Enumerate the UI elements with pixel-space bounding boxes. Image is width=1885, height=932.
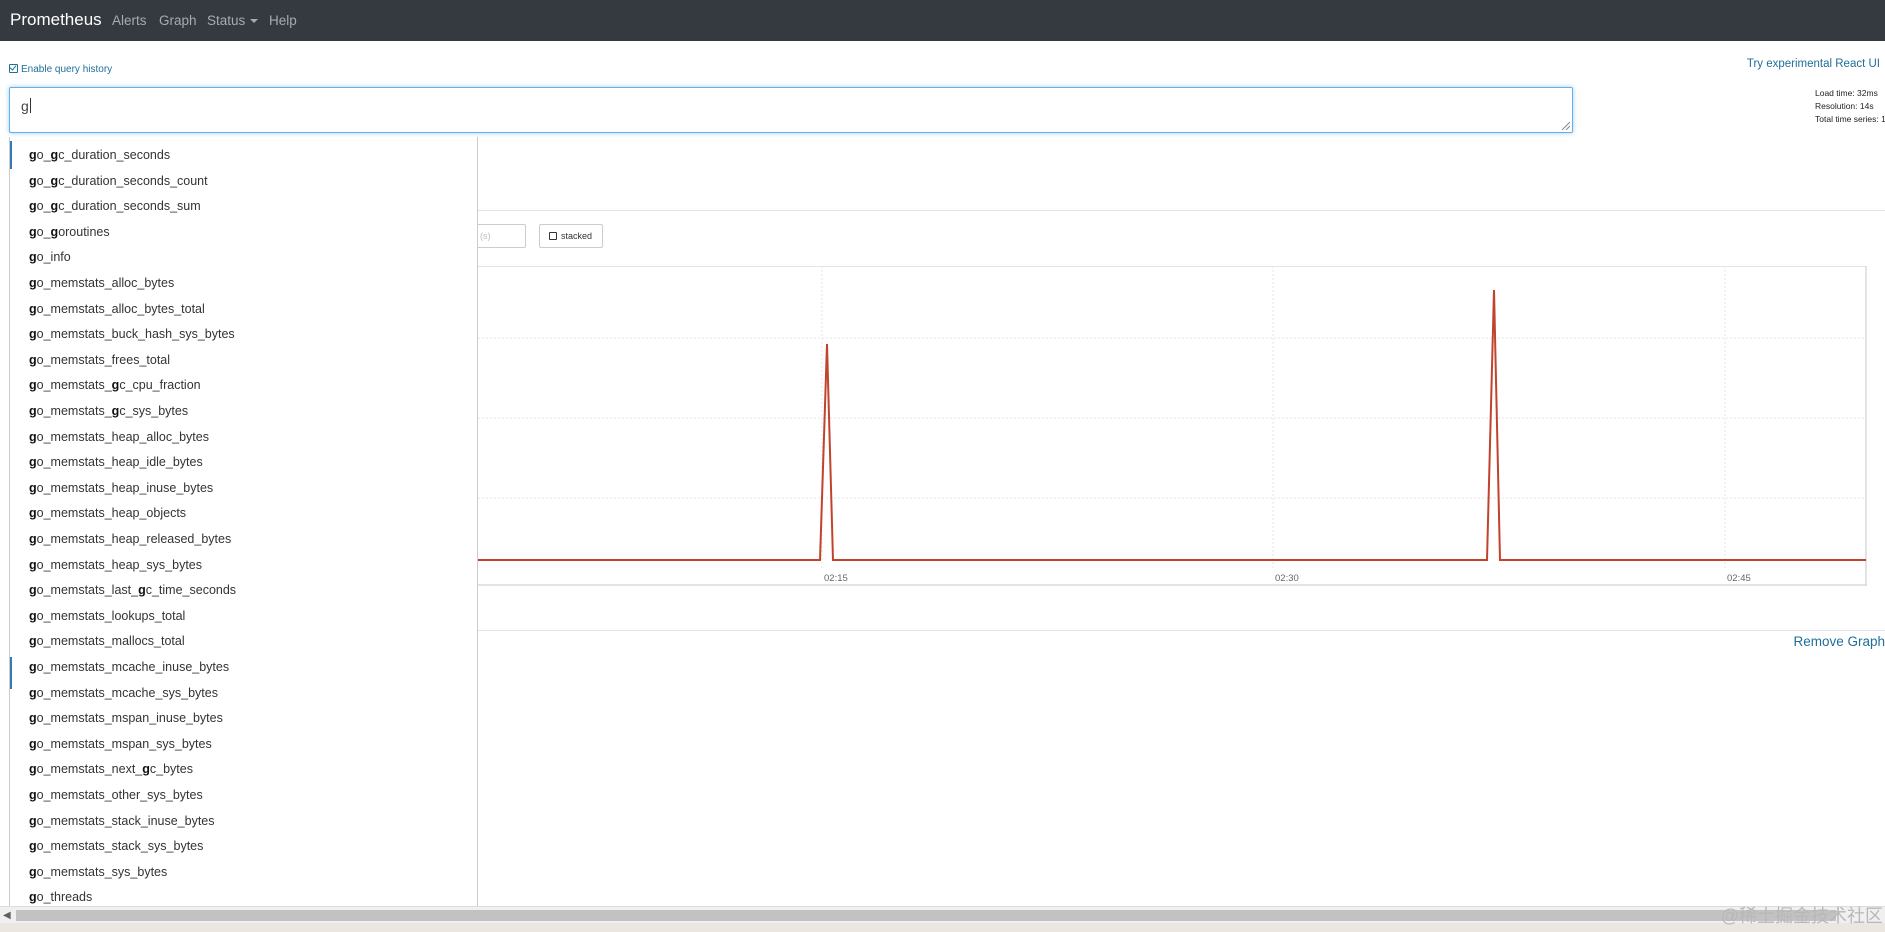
react-ui-link[interactable]: Try experimental React UI (1747, 58, 1880, 70)
nav-alerts[interactable]: Alerts (112, 13, 147, 28)
autocomplete-item[interactable]: go_memstats_stack_sys_bytes (29, 839, 203, 853)
autocomplete-item[interactable]: go_memstats_frees_total (29, 353, 170, 367)
autocomplete-item[interactable]: go_info (29, 250, 71, 264)
expression-input[interactable]: g (9, 87, 1573, 133)
scroll-indicator (10, 657, 12, 689)
taskbar-strip (0, 923, 1885, 932)
section-divider (478, 210, 1885, 211)
autocomplete-item[interactable]: go_memstats_mcache_inuse_bytes (29, 660, 229, 674)
autocomplete-item[interactable]: go_memstats_mspan_sys_bytes (29, 737, 212, 751)
autocomplete-item[interactable]: go_memstats_stack_inuse_bytes (29, 814, 215, 828)
autocomplete-item[interactable]: go_memstats_buck_hash_sys_bytes (29, 327, 235, 341)
autocomplete-item[interactable]: go_memstats_mspan_inuse_bytes (29, 711, 223, 725)
section-divider (478, 630, 1885, 631)
autocomplete-item[interactable]: go_memstats_sys_bytes (29, 865, 167, 879)
autocomplete-item[interactable]: go_memstats_heap_objects (29, 506, 186, 520)
text-cursor (29, 98, 31, 113)
query-history-label: Enable query history (21, 64, 113, 75)
autocomplete-item[interactable]: go_memstats_lookups_total (29, 609, 185, 623)
x-tick-label: 02:45 (1727, 573, 1751, 584)
watermark: @稀土掘金技术社区 (1720, 906, 1883, 926)
chart-grid (478, 266, 1866, 568)
scrollbar-thumb[interactable] (16, 910, 1836, 921)
x-tick-label: 02:15 (824, 573, 848, 584)
brand-link[interactable]: Prometheus (10, 10, 102, 30)
autocomplete-item[interactable]: go_memstats_heap_inuse_bytes (29, 481, 213, 495)
nav-help[interactable]: Help (269, 13, 297, 28)
total-series: Total time series: 1 (1815, 114, 1885, 124)
autocomplete-item[interactable]: go_gc_duration_seconds_sum (29, 199, 201, 213)
series-line (478, 289, 1866, 561)
autocomplete-item[interactable]: go_threads (29, 890, 92, 904)
query-stats: Load time: 32ms Resolution: 14s Total ti… (1815, 87, 1885, 126)
graph-chart: 02:15 02:30 02:45 (478, 266, 1867, 586)
autocomplete-item[interactable]: go_memstats_mallocs_total (29, 634, 185, 648)
autocomplete-item[interactable]: go_gc_duration_seconds (29, 148, 170, 162)
autocomplete-item[interactable]: go_memstats_heap_released_bytes (29, 532, 231, 546)
resolution: Resolution: 14s (1815, 101, 1874, 111)
nav-graph[interactable]: Graph (159, 13, 197, 28)
autocomplete-item[interactable]: go_memstats_last_gc_time_seconds (29, 583, 236, 597)
autocomplete-item[interactable]: go_memstats_other_sys_bytes (29, 788, 203, 802)
query-history-toggle[interactable]: Enable query history (9, 64, 112, 75)
autocomplete-item[interactable]: go_memstats_gc_sys_bytes (29, 404, 188, 418)
resize-grip-icon[interactable] (1560, 120, 1570, 130)
autocomplete-item[interactable]: go_memstats_heap_alloc_bytes (29, 430, 209, 444)
autocomplete-item[interactable]: go_memstats_heap_sys_bytes (29, 558, 202, 572)
x-tick-label: 02:30 (1275, 573, 1299, 584)
autocomplete-item[interactable]: go_memstats_heap_idle_bytes (29, 455, 203, 469)
autocomplete-item[interactable]: go_memstats_next_gc_bytes (29, 762, 193, 776)
nav-status[interactable]: Status (207, 13, 259, 28)
autocomplete-item[interactable]: go_memstats_gc_cpu_fraction (29, 378, 201, 392)
expression-text: g (21, 98, 31, 114)
autocomplete-item[interactable]: go_memstats_mcache_sys_bytes (29, 686, 218, 700)
resolution-input[interactable]: (s) (478, 224, 526, 248)
remove-graph-link[interactable]: Remove Graph (1793, 634, 1885, 649)
caret-down-icon (250, 19, 259, 24)
autocomplete-item[interactable]: go_memstats_alloc_bytes_total (29, 302, 205, 316)
active-item-indicator (10, 141, 12, 169)
stacked-label: stacked (561, 231, 593, 241)
load-time: Load time: 32ms (1815, 88, 1878, 98)
autocomplete-item[interactable]: go_goroutines (29, 225, 110, 239)
autocomplete-item[interactable]: go_memstats_alloc_bytes (29, 276, 174, 290)
autocomplete-dropdown[interactable]: go_gc_duration_seconds go_gc_duration_sec… (9, 137, 478, 927)
checkbox-icon (549, 232, 557, 240)
navbar: Prometheus Alerts Graph Status Help (0, 0, 1885, 41)
checkbox-checked-icon[interactable] (9, 64, 18, 73)
stacked-toggle-button[interactable]: stacked (539, 224, 603, 248)
scroll-left-icon[interactable]: ◀ (3, 910, 11, 921)
x-axis-ticks: 02:15 02:30 02:45 (824, 573, 1751, 584)
nav-status-label: Status (207, 13, 246, 28)
horizontal-scrollbar[interactable]: ◀ (0, 906, 1885, 924)
autocomplete-item[interactable]: go_gc_duration_seconds_count (29, 174, 208, 188)
